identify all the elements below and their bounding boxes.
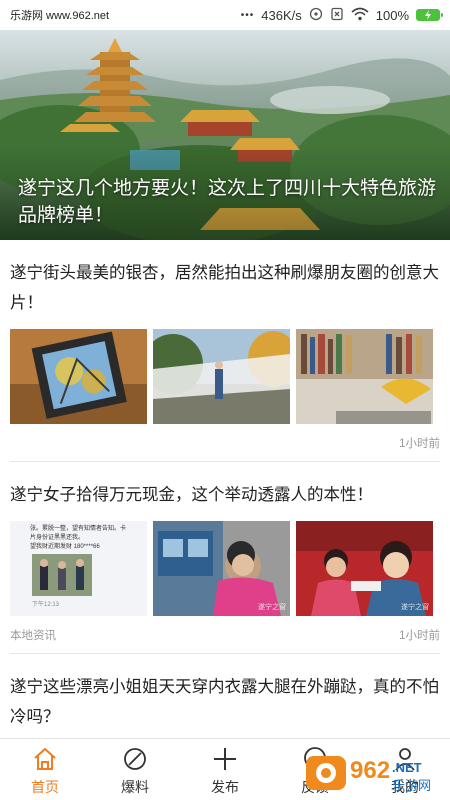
thumbnail-image [296, 329, 433, 424]
news-time: 1小时前 [399, 438, 440, 450]
thumbnail-image [10, 329, 147, 424]
chat-line: 张。累脱一整，望有知情者告知。卡 [30, 526, 127, 532]
tab-home[interactable]: 首页 [0, 739, 90, 800]
network-speed: 436K/s [261, 7, 302, 23]
tab-report[interactable]: 爆料 [90, 739, 180, 800]
site-logo-watermark: 962 .NET 乐游网 [306, 756, 431, 794]
compass-icon [120, 744, 150, 774]
tab-label: 首页 [31, 779, 59, 795]
status-bar: 乐游网 www.962.net ••• 436K/s 100% [0, 0, 450, 30]
image-watermark: 遂宁之窗 [258, 604, 286, 611]
hotspot-icon [309, 7, 323, 24]
thumbnail-image [153, 329, 290, 424]
battery-icon [416, 9, 443, 21]
news-title: 遂宁街头最美的银杏，居然能拍出这种刷爆朋友圈的创意大片！ [10, 263, 439, 312]
hero-banner[interactable]: 遂宁这几个地方要火！这次上了四川十大特色旅游品牌榜单！ [0, 30, 450, 240]
thumbnail-image: 遂宁之窗 [296, 521, 433, 616]
news-time: 1小时前 [399, 630, 440, 642]
wifi-icon [351, 7, 369, 24]
news-source: 本地资讯 [10, 630, 56, 642]
tab-label: 爆料 [121, 779, 149, 795]
news-title: 遂宁女子拾得万元现金，这个举动透露人的本性！ [10, 485, 373, 504]
image-watermark: 遂宁之窗 [401, 604, 429, 611]
logo-sub: 乐游网 [392, 779, 431, 794]
no-sim-icon [330, 7, 344, 24]
chat-line: 片身份证黑黑还我。 [30, 535, 85, 541]
notification-dots: ••• [240, 9, 255, 21]
battery-percent: 100% [375, 7, 409, 23]
news-meta: 1小时前 [10, 435, 440, 451]
status-indicators: ••• 436K/s 100% [240, 7, 443, 24]
thumbnail-image: 张。累脱一整，望有知情者告知。卡 片身份证黑黑还我。 望我财近期发财 180**… [10, 521, 147, 616]
news-item[interactable]: 遂宁女子拾得万元现金，这个举动透露人的本性！ 张。累脱一整，望有知情者告知。卡 … [0, 462, 450, 643]
news-meta: 本地资讯 1小时前 [10, 627, 440, 643]
thumbnail-image: 遂宁之窗 [153, 521, 290, 616]
news-feed: 遂宁街头最美的银杏，居然能拍出这种刷爆朋友圈的创意大片！ 1小时前 遂宁女子拾得… [0, 240, 450, 732]
news-title: 遂宁这些漂亮小姐姐天天穿内衣露大腿在外蹦跶，真的不怕冷吗？ [10, 677, 439, 726]
logo-net: .NET [392, 760, 422, 775]
site-watermark: 乐游网 www.962.net [10, 10, 110, 22]
chat-timestamp: 下午12:13 [32, 602, 60, 608]
news-item[interactable]: 遂宁街头最美的银杏，居然能拍出这种刷爆朋友圈的创意大片！ 1小时前 [0, 240, 450, 451]
thumbnail-row [10, 329, 440, 424]
tab-publish[interactable]: 发布 [180, 739, 270, 800]
logo-brand: 962 [350, 757, 390, 784]
home-icon [30, 744, 60, 774]
news-item[interactable]: 遂宁这些漂亮小姐姐天天穿内衣露大腿在外蹦跶，真的不怕冷吗？ [0, 654, 450, 732]
tab-label: 发布 [211, 779, 239, 795]
hero-caption: 遂宁这几个地方要火！这次上了四川十大特色旅游品牌榜单！ [18, 177, 437, 226]
chat-line: 望我财近期发财 180****66 [30, 544, 100, 550]
thumbnail-row: 张。累脱一整，望有知情者告知。卡 片身份证黑黑还我。 望我财近期发财 180**… [10, 521, 440, 616]
plus-icon [210, 744, 240, 774]
